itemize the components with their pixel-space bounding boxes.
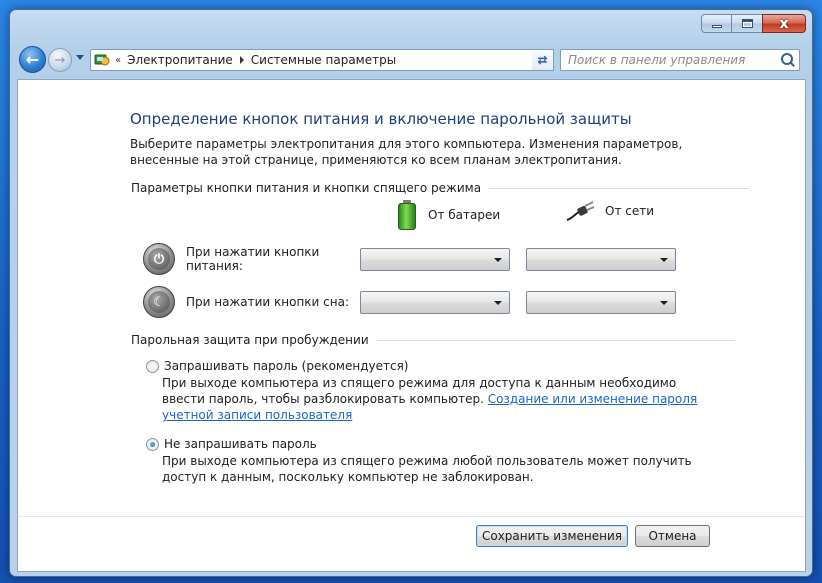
password-section-header: Парольная защита при пробуждении xyxy=(131,333,735,347)
require-password-option[interactable]: Запрашивать пароль (рекомендуется) xyxy=(146,359,408,373)
dont-require-password-option[interactable]: Не запрашивать пароль xyxy=(146,437,317,451)
power-button-ac-select[interactable] xyxy=(526,247,676,271)
footer-divider xyxy=(18,516,805,517)
sleep-button-icon: ☾ xyxy=(143,286,175,318)
section-divider xyxy=(489,187,750,189)
power-button-battery-select[interactable] xyxy=(360,247,510,271)
save-changes-button[interactable]: Сохранить изменения xyxy=(476,525,628,547)
maximize-icon xyxy=(741,19,753,28)
control-panel-window: x ← → « Электропитание Системные парамет… xyxy=(9,9,813,577)
minimize-icon xyxy=(711,25,722,28)
forward-button[interactable]: → xyxy=(48,48,72,72)
navigation-bar: ← → « Электропитание Системные параметры… xyxy=(10,40,812,80)
sleep-button-label: При нажатии кнопки сна: xyxy=(186,295,350,309)
dont-require-password-label[interactable]: Не запрашивать пароль xyxy=(164,437,317,451)
power-button-label: При нажатии кнопки питания: xyxy=(186,245,320,273)
control-panel-icon xyxy=(94,52,110,68)
close-button[interactable]: x xyxy=(762,14,806,33)
power-section-title: Параметры кнопки питания и кнопки спящег… xyxy=(131,181,482,195)
search-icon[interactable] xyxy=(777,50,797,70)
sleep-button-battery-select[interactable] xyxy=(360,290,510,314)
power-button-row: ⏻ При нажатии кнопки питания: xyxy=(143,243,692,275)
refresh-button[interactable]: ⇄ xyxy=(532,49,554,71)
power-plug-icon xyxy=(565,200,595,222)
battery-column-header: От батареи xyxy=(398,200,500,230)
main-content: Определение кнопок питания и включение п… xyxy=(17,79,806,572)
dont-require-password-radio[interactable] xyxy=(146,437,159,451)
ac-column-header: От сети xyxy=(565,200,654,222)
minimize-button[interactable] xyxy=(701,14,732,33)
page-description: Выберите параметры электропитания для эт… xyxy=(130,137,683,167)
power-button-icon: ⏻ xyxy=(143,243,175,275)
cancel-button[interactable]: Отмена xyxy=(635,525,710,547)
forward-arrow-icon: → xyxy=(54,52,66,68)
require-password-radio[interactable] xyxy=(146,359,159,373)
breadcrumb-separator-icon[interactable] xyxy=(239,56,244,64)
ac-column-label: От сети xyxy=(605,204,655,218)
power-buttons-section-header: Параметры кнопки питания и кнопки спящег… xyxy=(131,181,750,195)
sleep-button-ac-select[interactable] xyxy=(526,290,676,314)
page-title: Определение кнопок питания и включение п… xyxy=(130,110,632,128)
caption-buttons: x xyxy=(701,14,806,33)
password-section-title: Парольная защита при пробуждении xyxy=(131,333,369,347)
breadcrumb-item-power[interactable]: Электропитание xyxy=(127,53,233,67)
breadcrumb-item-system-settings[interactable]: Системные параметры xyxy=(251,53,396,67)
search-box[interactable]: Поиск в панели управления xyxy=(560,49,800,71)
refresh-icon: ⇄ xyxy=(537,53,548,67)
battery-column-label: От батареи xyxy=(428,208,501,222)
recent-pages-dropdown[interactable] xyxy=(76,55,84,60)
sleep-button-row: ☾ При нажатии кнопки сна: xyxy=(143,286,692,318)
address-bar[interactable]: « Электропитание Системные параметры xyxy=(90,49,553,71)
require-password-description: При выходе компьютера из спящего режима … xyxy=(162,376,698,422)
dont-require-password-description: При выходе компьютера из спящего режима … xyxy=(162,454,692,484)
require-password-label[interactable]: Запрашивать пароль (рекомендуется) xyxy=(164,359,408,373)
back-arrow-icon: ← xyxy=(25,50,40,69)
section-divider xyxy=(376,339,735,341)
search-input[interactable]: Поиск в панели управления xyxy=(561,53,777,67)
breadcrumb-overflow-chevron[interactable]: « xyxy=(115,55,121,66)
close-icon: x xyxy=(779,15,789,32)
battery-icon xyxy=(398,200,416,230)
maximize-button[interactable] xyxy=(731,14,763,33)
back-button[interactable]: ← xyxy=(19,46,46,73)
